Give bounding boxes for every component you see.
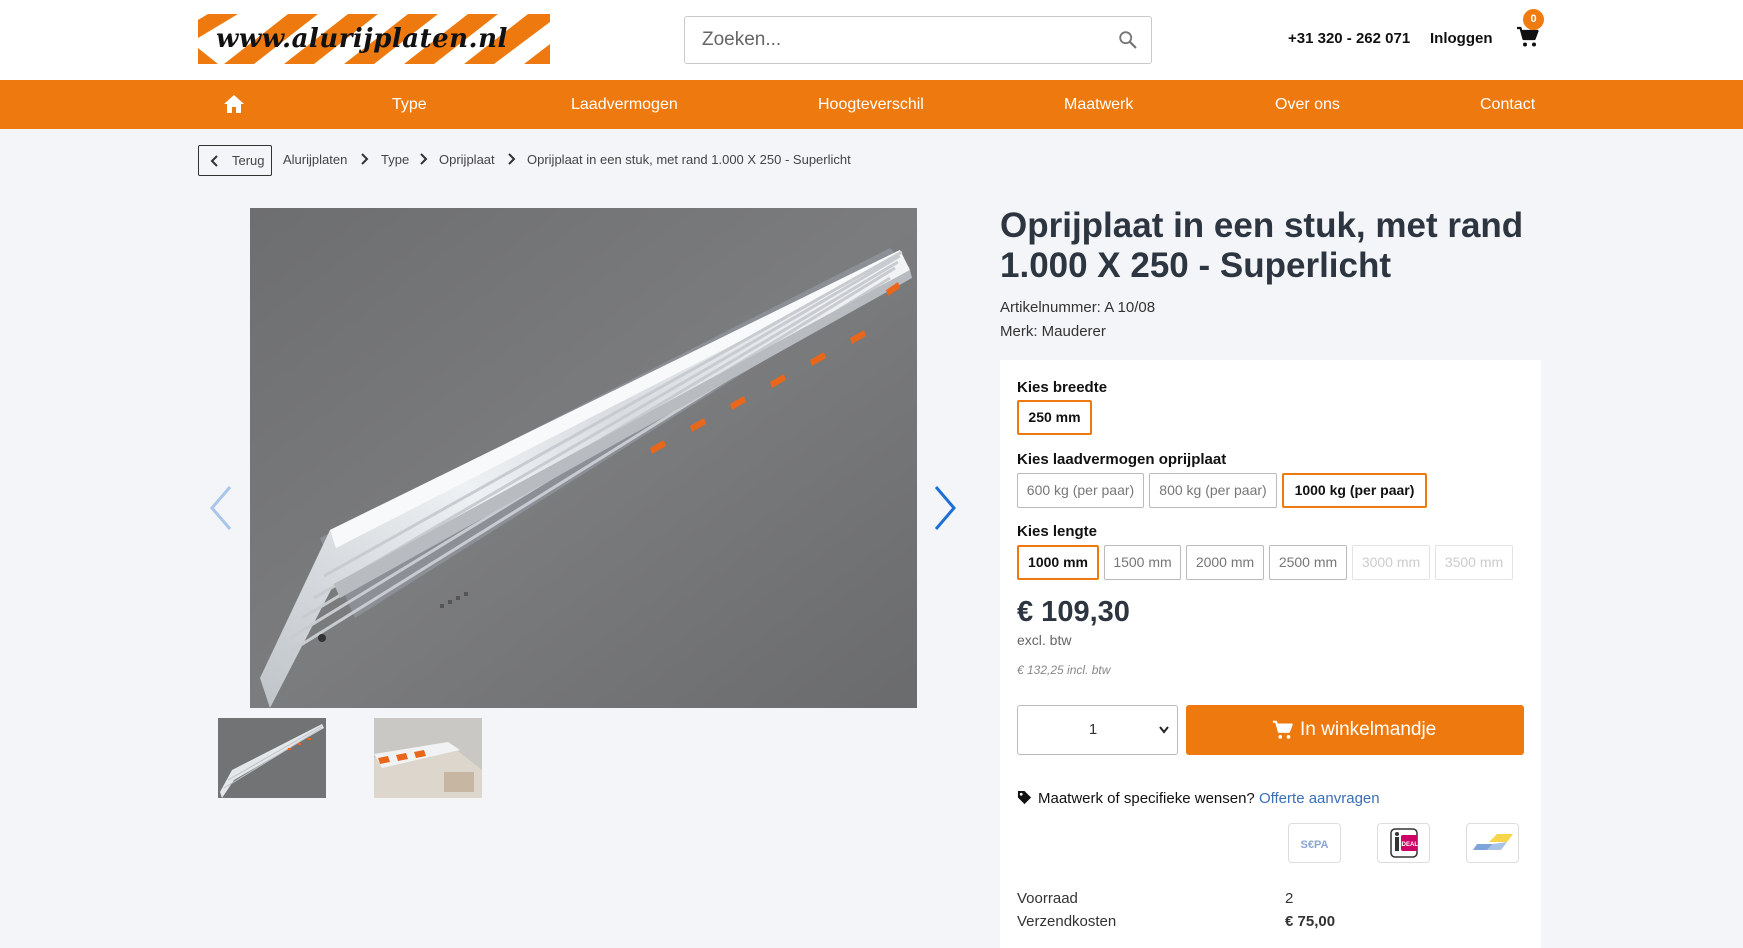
chevron-right-icon	[420, 153, 428, 165]
chevron-left-icon	[210, 155, 218, 167]
login-link[interactable]: Inloggen	[1430, 30, 1493, 47]
quantity-value: 1	[1088, 721, 1098, 738]
breadcrumb-item-oprijplaat[interactable]: Oprijplaat	[439, 152, 495, 167]
length-option-disabled: 3000 mm	[1352, 545, 1430, 580]
width-option[interactable]: 250 mm	[1017, 400, 1092, 435]
thumbnail-edge-image	[374, 718, 482, 798]
sepa-logo: S€PA	[1301, 839, 1329, 851]
svg-text:iDEAL: iDEAL	[1400, 842, 1418, 848]
product-main-image[interactable]	[250, 208, 917, 708]
gallery-next-arrow-icon[interactable]	[932, 485, 958, 531]
length-option[interactable]: 2000 mm	[1186, 545, 1264, 580]
home-icon[interactable]	[223, 94, 245, 114]
phone-number[interactable]: +31 320 - 262 071	[1288, 30, 1410, 47]
price-incl: € 132,25 incl. btw	[1017, 663, 1111, 677]
product-thumbnail[interactable]	[218, 718, 326, 798]
capacity-option[interactable]: 1000 kg (per paar)	[1282, 473, 1427, 508]
length-label: Kies lengte	[1017, 523, 1098, 540]
length-option[interactable]: 2500 mm	[1269, 545, 1347, 580]
main-nav: Type Laadvermogen Hoogteverschil Maatwer…	[0, 80, 1743, 129]
bancontact-payment-icon	[1466, 823, 1519, 863]
search-icon[interactable]	[1117, 29, 1139, 51]
product-title: Oprijplaat in een stuk, met rand 1.000 X…	[1000, 206, 1524, 285]
tag-icon	[1017, 790, 1032, 805]
nav-item-over-ons[interactable]: Over ons	[1275, 80, 1340, 129]
length-option[interactable]: 1500 mm	[1104, 545, 1181, 580]
stock-label: Voorraad	[1017, 890, 1078, 907]
bancontact-logo	[1473, 834, 1513, 850]
breadcrumb-item-alurijplaten[interactable]: Alurijplaten	[283, 152, 347, 167]
article-number: Artikelnummer: A 10/08	[1000, 299, 1156, 316]
stock-value: 2	[1285, 890, 1294, 907]
cart-icon	[1272, 720, 1293, 739]
gallery-prev-arrow-icon[interactable]	[208, 485, 234, 531]
capacity-option[interactable]: 800 kg (per paar)	[1149, 473, 1277, 508]
logo-text: www.alurijplaten.nl	[216, 24, 508, 54]
width-label: Kies breedte	[1017, 379, 1108, 396]
custom-request-text: Maatwerk of specifieke wensen?	[1038, 790, 1255, 807]
sepa-payment-icon: S€PA	[1288, 823, 1341, 863]
capacity-option[interactable]: 600 kg (per paar)	[1017, 473, 1144, 508]
product-options-panel: Kies breedte 250 mm Kies laadvermogen op…	[1000, 360, 1541, 948]
chevron-right-icon	[508, 153, 516, 165]
back-button[interactable]: Terug	[198, 145, 272, 176]
quantity-select[interactable]: 1	[1017, 705, 1178, 755]
price: € 109,30	[1017, 596, 1130, 628]
nav-item-hoogteverschil[interactable]: Hoogteverschil	[818, 80, 924, 129]
quote-request-link[interactable]: Offerte aanvragen	[1259, 790, 1380, 807]
nav-item-contact[interactable]: Contact	[1480, 80, 1535, 129]
length-option-disabled: 3500 mm	[1435, 545, 1513, 580]
site-logo[interactable]: www.alurijplaten.nl	[198, 14, 550, 64]
nav-item-maatwerk[interactable]: Maatwerk	[1064, 80, 1133, 129]
custom-request: Maatwerk of specifieke wensen? Offerte a…	[1017, 790, 1380, 807]
chevron-right-icon	[361, 153, 369, 165]
brand: Merk: Mauderer	[1000, 323, 1106, 340]
back-button-label: Terug	[232, 153, 265, 168]
nav-item-type[interactable]: Type	[392, 80, 427, 129]
search-box[interactable]	[684, 16, 1152, 64]
svg-text:S€PA: S€PA	[1301, 839, 1329, 851]
shipping-label: Verzendkosten	[1017, 913, 1117, 930]
chevron-down-icon	[1159, 726, 1169, 734]
search-input[interactable]	[685, 17, 1105, 63]
add-to-cart-label: In winkelmandje	[1300, 719, 1437, 740]
add-to-cart-button[interactable]: In winkelmandje	[1186, 705, 1524, 755]
breadcrumb-current: Oprijplaat in een stuk, met rand 1.000 X…	[527, 152, 851, 167]
ramp-photo	[250, 208, 917, 708]
site-header: www.alurijplaten.nl +31 320 - 262 071 In…	[0, 0, 1743, 80]
product-thumbnail[interactable]	[374, 718, 482, 798]
breadcrumb-item-type[interactable]: Type	[381, 152, 409, 167]
price-excl-note: excl. btw	[1017, 632, 1072, 648]
ideal-payment-icon: iDEAL	[1377, 823, 1430, 863]
thumbnail-ramp-image	[218, 718, 326, 798]
length-option[interactable]: 1000 mm	[1017, 545, 1099, 580]
ideal-logo: iDEAL	[1390, 828, 1418, 858]
cart-count-badge: 0	[1523, 9, 1544, 30]
shipping-value: € 75,00	[1285, 913, 1336, 930]
nav-item-laadvermogen[interactable]: Laadvermogen	[571, 80, 678, 129]
capacity-label: Kies laadvermogen oprijplaat	[1017, 451, 1227, 468]
